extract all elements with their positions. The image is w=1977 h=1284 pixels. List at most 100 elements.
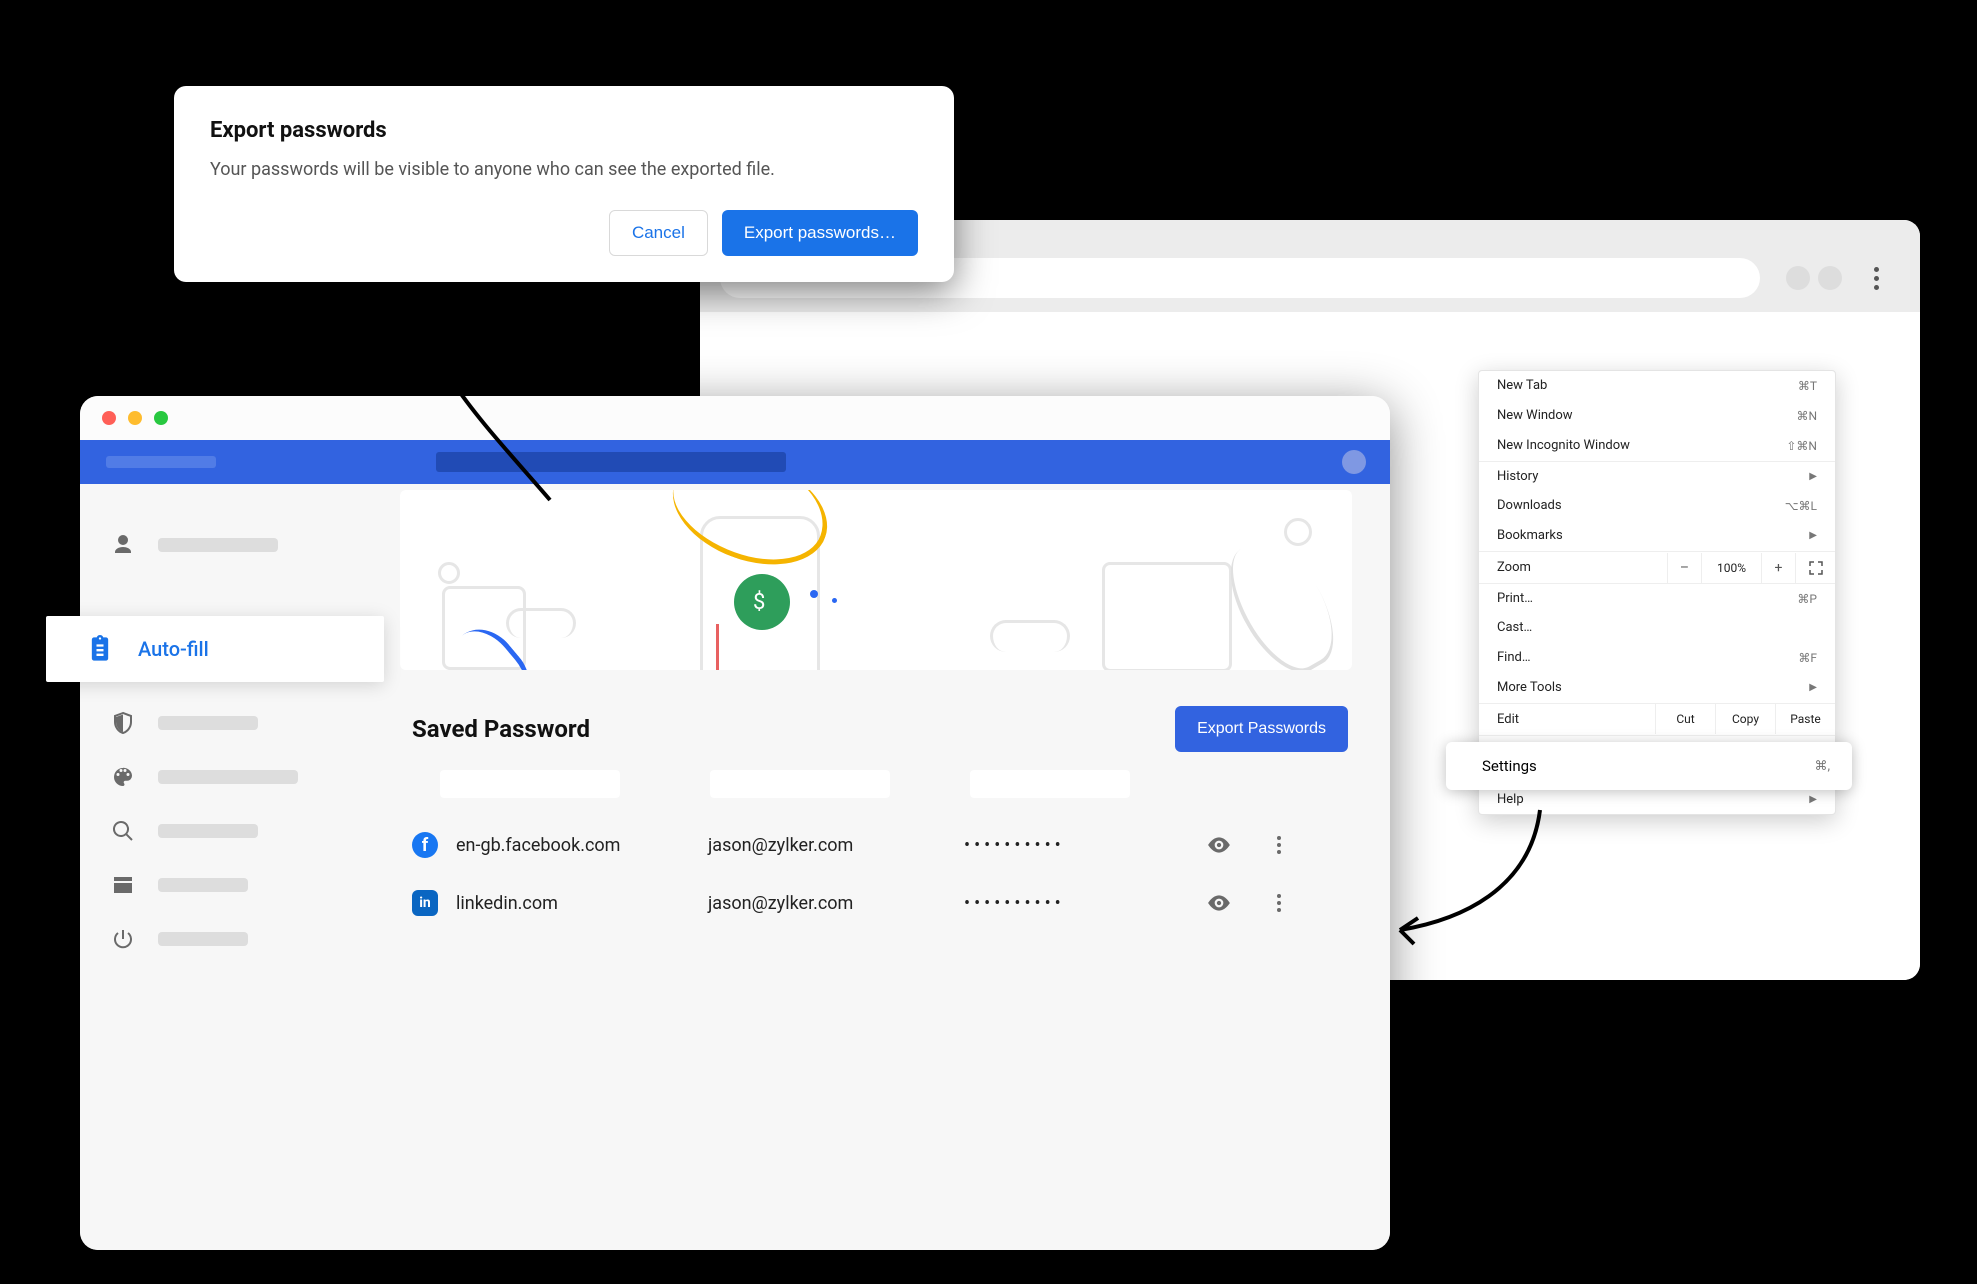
- palette-icon: [110, 764, 136, 790]
- menu-find[interactable]: Find… ⌘F: [1479, 643, 1835, 673]
- fullscreen-icon: [1809, 561, 1823, 575]
- menu-shortcut: ⌘,: [1814, 759, 1830, 774]
- submenu-arrow-icon: ▶: [1809, 529, 1817, 543]
- dialog-body: Your passwords will be visible to anyone…: [210, 159, 918, 180]
- menu-settings[interactable]: Settings ⌘,: [1446, 742, 1852, 790]
- menu-downloads[interactable]: Downloads ⌥⌘L: [1479, 491, 1835, 521]
- facebook-icon: f: [412, 832, 438, 858]
- menu-label: Downloads: [1497, 499, 1562, 513]
- eye-icon: [1206, 832, 1232, 858]
- minimize-window-button[interactable]: [128, 411, 142, 425]
- submenu-arrow-icon: ▶: [1809, 470, 1817, 484]
- menu-label: More Tools: [1497, 681, 1562, 695]
- sidebar-item-you[interactable]: [80, 518, 380, 572]
- sidebar-item-privacy[interactable]: [80, 696, 380, 750]
- dollar-icon: $: [753, 590, 765, 615]
- settings-window: $ Saved Password Export Passwords: [80, 396, 1390, 1250]
- menu-label: New Incognito Window: [1497, 439, 1630, 453]
- menu-label: Find…: [1497, 651, 1531, 665]
- window-titlebar: [80, 396, 1390, 440]
- menu-more-tools[interactable]: More Tools ▶: [1479, 673, 1835, 703]
- export-passwords-confirm-button[interactable]: Export passwords…: [722, 210, 918, 256]
- row-more-button[interactable]: [1254, 836, 1304, 854]
- linkedin-icon: in: [412, 890, 438, 916]
- menu-shortcut: ⌘T: [1798, 379, 1817, 393]
- maximize-window-button[interactable]: [154, 411, 168, 425]
- eye-icon: [1206, 890, 1232, 916]
- zoom-value: 100%: [1701, 553, 1761, 583]
- column-header-placeholder: [970, 770, 1130, 798]
- sidebar-item-search[interactable]: [80, 804, 380, 858]
- column-header-placeholder: [440, 770, 620, 798]
- row-more-button[interactable]: [1254, 894, 1304, 912]
- menu-history[interactable]: History ▶: [1479, 461, 1835, 491]
- username-cell: jason@zylker.com: [708, 893, 964, 914]
- menu-label: Settings: [1482, 757, 1537, 775]
- sidebar-label-placeholder: [158, 716, 258, 730]
- site-cell: f en-gb.facebook.com: [412, 832, 708, 858]
- sidebar-label-placeholder: [158, 538, 278, 552]
- header-placeholder: [436, 452, 786, 472]
- menu-label: Print…: [1497, 592, 1533, 606]
- menu-label: History: [1497, 470, 1538, 484]
- password-row: in linkedin.com jason@zylker.com •••••••…: [400, 874, 1352, 932]
- header-placeholder: [106, 456, 216, 468]
- menu-shortcut: ⌥⌘L: [1785, 499, 1817, 513]
- menu-new-tab[interactable]: New Tab ⌘T: [1479, 371, 1835, 401]
- menu-cast[interactable]: Cast…: [1479, 613, 1835, 643]
- clipboard-icon: [86, 635, 114, 663]
- username-cell: jason@zylker.com: [708, 835, 964, 856]
- show-password-button[interactable]: [1184, 890, 1254, 916]
- sidebar-label-placeholder: [158, 932, 248, 946]
- password-cell: ••••••••••: [964, 835, 1184, 856]
- submenu-arrow-icon: ▶: [1809, 793, 1817, 807]
- password-cell: ••••••••••: [964, 893, 1184, 914]
- profile-avatar[interactable]: [1342, 450, 1366, 474]
- site-name: en-gb.facebook.com: [456, 835, 620, 856]
- edit-paste-button[interactable]: Paste: [1775, 704, 1835, 734]
- settings-content: $ Saved Password Export Passwords: [380, 484, 1390, 1250]
- menu-new-incognito[interactable]: New Incognito Window ⇧⌘N: [1479, 431, 1835, 461]
- fullscreen-button[interactable]: [1795, 553, 1835, 583]
- menu-bookmarks[interactable]: Bookmarks ▶: [1479, 521, 1835, 551]
- banner-illustration: $: [400, 490, 1352, 670]
- menu-shortcut: ⇧⌘N: [1786, 439, 1817, 453]
- sidebar-label-placeholder: [158, 878, 248, 892]
- shield-icon: [110, 710, 136, 736]
- cancel-button[interactable]: Cancel: [609, 210, 708, 256]
- settings-header: [80, 440, 1390, 484]
- menu-label: Edit: [1479, 704, 1655, 735]
- saved-password-header: Saved Password Export Passwords: [412, 706, 1348, 752]
- zoom-in-button[interactable]: +: [1761, 553, 1795, 583]
- saved-password-title: Saved Password: [412, 715, 590, 743]
- menu-label: Help: [1497, 793, 1524, 807]
- menu-new-window[interactable]: New Window ⌘N: [1479, 401, 1835, 431]
- zoom-out-button[interactable]: –: [1667, 553, 1701, 583]
- menu-label: New Tab: [1497, 379, 1547, 393]
- sidebar-label-placeholder: [158, 770, 298, 784]
- menu-print[interactable]: Print… ⌘P: [1479, 583, 1835, 613]
- extension-placeholder: [1818, 266, 1842, 290]
- person-icon: [110, 532, 136, 558]
- edit-cut-button[interactable]: Cut: [1655, 704, 1715, 734]
- sidebar-item-startup[interactable]: [80, 912, 380, 966]
- sidebar-item-default[interactable]: [80, 858, 380, 912]
- dialog-title: Export passwords: [210, 118, 918, 143]
- sidebar-item-appearance[interactable]: [80, 750, 380, 804]
- menu-shortcut: ⌘F: [1798, 651, 1817, 665]
- edit-copy-button[interactable]: Copy: [1715, 704, 1775, 734]
- column-header-placeholder: [710, 770, 890, 798]
- dialog-actions: Cancel Export passwords…: [210, 210, 918, 256]
- show-password-button[interactable]: [1184, 832, 1254, 858]
- browser-menu-button[interactable]: [1864, 260, 1888, 296]
- sidebar-item-autofill[interactable]: Auto-fill: [46, 616, 384, 682]
- export-passwords-button[interactable]: Export Passwords: [1175, 706, 1348, 752]
- close-window-button[interactable]: [102, 411, 116, 425]
- export-passwords-dialog: Export passwords Your passwords will be …: [174, 86, 954, 282]
- menu-label: Zoom: [1479, 552, 1667, 583]
- browser-icon: [110, 872, 136, 898]
- settings-sidebar: [80, 484, 380, 1250]
- menu-label: Bookmarks: [1497, 529, 1563, 543]
- site-cell: in linkedin.com: [412, 890, 708, 916]
- settings-body: $ Saved Password Export Passwords: [80, 484, 1390, 1250]
